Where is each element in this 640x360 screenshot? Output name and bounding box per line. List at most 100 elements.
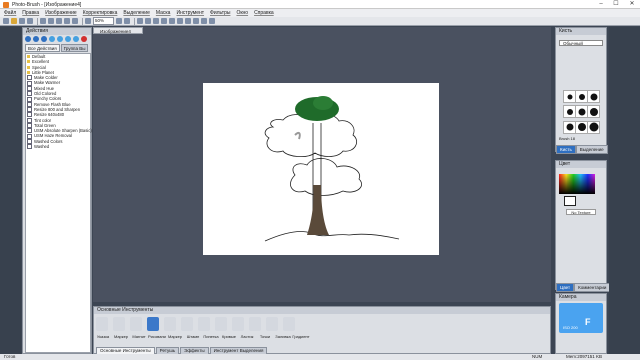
tools-panel-title: Основные Инструменты xyxy=(94,307,550,314)
points-tool-icon[interactable] xyxy=(249,317,261,331)
checkbox-icon[interactable] xyxy=(27,101,32,107)
print-icon[interactable] xyxy=(27,18,33,24)
save-action-icon[interactable] xyxy=(65,36,71,42)
menu-filters[interactable]: Фильтры xyxy=(210,10,230,16)
eraser-tool-icon[interactable] xyxy=(232,317,244,331)
flip-icon[interactable] xyxy=(161,18,167,24)
checkbox-icon[interactable] xyxy=(27,96,32,102)
menu-image[interactable]: Изображение xyxy=(45,10,77,16)
open-action-icon[interactable] xyxy=(57,36,63,42)
menu-edit[interactable]: Правка xyxy=(22,10,39,16)
stamp-tool-icon[interactable] xyxy=(181,317,193,331)
menu-window[interactable]: Окно xyxy=(236,10,248,16)
menu-tool[interactable]: Инструмент xyxy=(176,10,204,16)
menu-mask[interactable]: Маска xyxy=(156,10,171,16)
folder-icon[interactable] xyxy=(27,55,30,59)
menu-select[interactable]: Выделение xyxy=(123,10,150,16)
tab-document[interactable]: Изображение4 xyxy=(93,27,143,34)
marker-tool-icon[interactable] xyxy=(164,317,176,331)
save-icon[interactable] xyxy=(19,18,25,24)
right-dock-strip xyxy=(609,27,640,354)
redo-icon[interactable] xyxy=(48,18,54,24)
brush-preset[interactable] xyxy=(587,120,600,134)
list-item[interactable]: Washed xyxy=(26,144,90,150)
open-icon[interactable] xyxy=(11,18,17,24)
resize-icon[interactable] xyxy=(153,18,159,24)
checkbox-icon[interactable] xyxy=(27,128,32,134)
zoom-out-icon[interactable] xyxy=(124,18,130,24)
camera-icon[interactable] xyxy=(209,18,215,24)
checkbox-icon[interactable] xyxy=(27,75,32,81)
tab-color[interactable]: Цвет xyxy=(556,283,575,292)
folder-icon[interactable] xyxy=(27,65,30,69)
title-bar: Photo-Brush - [Изображение4] – ☐ ✕ xyxy=(0,0,640,9)
crop-icon[interactable] xyxy=(145,18,151,24)
tool-label: Точки xyxy=(259,334,271,339)
grid-icon[interactable] xyxy=(185,18,191,24)
fit-icon[interactable] xyxy=(85,18,91,24)
cut-icon[interactable] xyxy=(56,18,62,24)
settings-icon[interactable] xyxy=(193,18,199,24)
copy-icon[interactable] xyxy=(64,18,70,24)
texture-button[interactable]: No Texture xyxy=(566,209,596,215)
image-canvas[interactable] xyxy=(203,83,439,255)
brush-preset-select[interactable]: Обычный xyxy=(559,40,603,46)
undo-icon[interactable] xyxy=(40,18,46,24)
curve-tool-icon[interactable] xyxy=(215,317,227,331)
zoom-in-icon[interactable] xyxy=(116,18,122,24)
tab-selection[interactable]: Выделение xyxy=(575,145,608,154)
brush-preset[interactable] xyxy=(587,105,600,119)
pointer-tool-icon[interactable] xyxy=(96,317,108,331)
rotate-icon[interactable] xyxy=(137,18,143,24)
menu-adjust[interactable]: Корректировка xyxy=(83,10,118,16)
toolbar-divider xyxy=(134,17,135,25)
folder-icon[interactable] xyxy=(27,60,30,64)
magnet-tool-icon[interactable] xyxy=(130,317,142,331)
maximize-button[interactable]: ☐ xyxy=(609,0,623,9)
text-icon[interactable] xyxy=(177,18,183,24)
tab-action-group[interactable]: Группа Вы xyxy=(60,44,89,52)
tree-drawing xyxy=(264,96,400,242)
checkbox-icon[interactable] xyxy=(27,112,32,118)
new-icon[interactable] xyxy=(3,18,9,24)
edit-action-icon[interactable] xyxy=(73,36,79,42)
current-color-swatch[interactable] xyxy=(564,196,576,206)
help-icon[interactable] xyxy=(201,18,207,24)
play-icon[interactable] xyxy=(25,36,31,42)
layers-icon[interactable] xyxy=(169,18,175,24)
menu-file[interactable]: Файл xyxy=(4,10,16,16)
minimize-button[interactable]: – xyxy=(594,0,608,9)
fill-tool-icon[interactable] xyxy=(266,317,278,331)
color-spectrum[interactable] xyxy=(559,174,595,194)
delete-action-icon[interactable] xyxy=(81,36,87,42)
brush-preset[interactable] xyxy=(587,90,600,103)
menu-help[interactable]: Справка xyxy=(254,10,274,16)
checkbox-icon[interactable] xyxy=(27,80,32,86)
stop-icon[interactable] xyxy=(41,36,47,42)
checkbox-icon[interactable] xyxy=(27,85,32,91)
close-button[interactable]: ✕ xyxy=(625,0,639,9)
eyedropper-tool-icon[interactable] xyxy=(198,317,210,331)
tool-label: Маркер xyxy=(167,334,183,339)
checkbox-icon[interactable] xyxy=(27,144,32,150)
folder-icon[interactable] xyxy=(27,71,30,75)
paste-icon[interactable] xyxy=(72,18,78,24)
checkbox-icon[interactable] xyxy=(27,123,32,128)
tab-comments[interactable]: Комментарии xyxy=(574,283,611,292)
new-action-icon[interactable] xyxy=(49,36,55,42)
ground-line xyxy=(264,231,400,242)
marquee-tool-icon[interactable] xyxy=(113,317,125,331)
checkbox-icon[interactable] xyxy=(27,133,32,139)
left-dock-strip xyxy=(0,27,21,354)
zoom-field[interactable]: 50% xyxy=(93,17,114,25)
gradient-tool-icon[interactable] xyxy=(283,317,295,331)
tab-all-actions[interactable]: Все Действия xyxy=(25,44,60,52)
tab-brush[interactable]: Кисть xyxy=(556,145,576,154)
checkbox-icon[interactable] xyxy=(27,117,32,123)
checkbox-icon[interactable] xyxy=(27,138,32,144)
brush-tool-icon[interactable] xyxy=(147,317,159,331)
checkbox-icon[interactable] xyxy=(27,91,32,97)
checkbox-icon[interactable] xyxy=(27,107,32,113)
record-icon[interactable] xyxy=(33,36,39,42)
actions-list: Default Excellent Special Little Planet Make… xyxy=(25,53,92,353)
